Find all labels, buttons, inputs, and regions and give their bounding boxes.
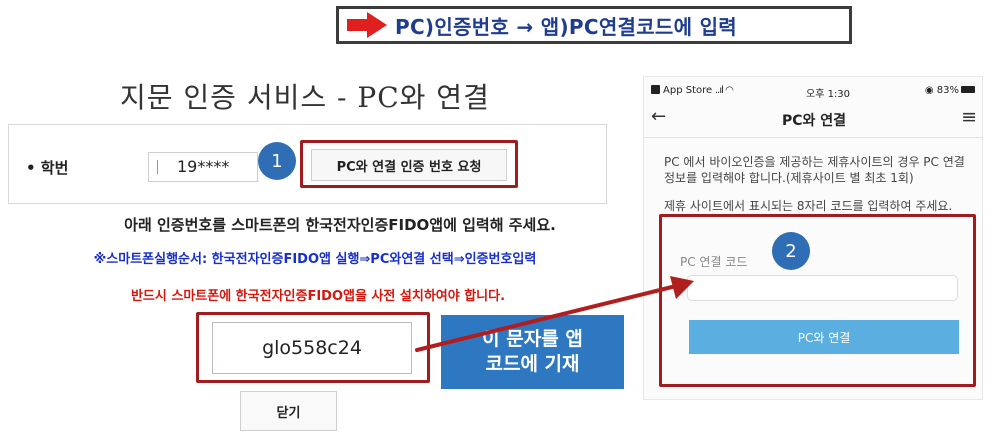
close-button[interactable]: 닫기 bbox=[240, 391, 337, 431]
pc-code-label: PC 연결 코드 bbox=[680, 255, 748, 269]
signal-wifi-icon: ..ıl ◠ bbox=[715, 85, 734, 96]
install-warning: 반드시 스마트폰에 한국전자인증FIDO앱을 사전 설치하여야 합니다. bbox=[130, 289, 506, 304]
step-2-badge: 2 bbox=[772, 232, 810, 270]
instruction-text: 아래 인증번호를 스마트폰의 한국전자인증FIDO앱에 입력해 주세요. bbox=[124, 216, 556, 234]
phone-nav-bar: ← PC와 연결 ≡ bbox=[649, 106, 979, 132]
phone-screen-title: PC와 연결 bbox=[781, 113, 847, 129]
step-1-badge: 1 bbox=[258, 142, 296, 180]
status-carrier: App Store bbox=[651, 85, 712, 96]
banner-text: PC)인증번호 → 앱)PC연결코드에 입력 bbox=[395, 14, 737, 39]
battery-percent: 83% bbox=[936, 85, 959, 96]
callout-line-1: 이 문자를 앱 bbox=[482, 328, 583, 350]
student-id-label: • 학번 bbox=[26, 159, 69, 177]
carrier-label: App Store bbox=[663, 85, 713, 96]
status-battery: ◉ 83% bbox=[925, 85, 975, 96]
page-title: 지문 인증 서비스 - PC와 연결 bbox=[120, 81, 490, 114]
battery-icon bbox=[961, 86, 975, 93]
back-to-app-icon bbox=[651, 85, 660, 94]
nav-divider bbox=[643, 137, 983, 138]
menu-icon[interactable]: ≡ bbox=[961, 106, 977, 128]
instruction-banner: PC)인증번호 → 앱)PC연결코드에 입력 bbox=[336, 6, 852, 44]
pc-code-input[interactable] bbox=[687, 275, 958, 301]
execution-order-note: ※스마트폰실행순서: 한국전자인증FIDO앱 실행⇒PC와연결 선택⇒인증번호입… bbox=[93, 252, 537, 267]
callout-line-2: 코드에 기재 bbox=[485, 353, 580, 375]
student-id-input[interactable]: 19**** bbox=[148, 152, 258, 182]
pc-connect-button[interactable]: PC와 연결 bbox=[689, 320, 959, 354]
phone-status-bar: App Store ..ıl ◠ 오후 1:30 ◉ 83% bbox=[651, 84, 977, 100]
auth-code-display: glo558c24 bbox=[212, 322, 412, 374]
request-code-button[interactable]: PC와 연결 인증 번호 요청 bbox=[311, 149, 507, 181]
text-cursor bbox=[157, 160, 158, 174]
right-arrow-icon bbox=[347, 12, 387, 38]
phone-description: PC 에서 바이오인증을 제공하는 제휴사이트의 경우 PC 연결 정보를 입력… bbox=[664, 155, 965, 185]
student-id-value: 19**** bbox=[177, 157, 230, 176]
status-time: 오후 1:30 bbox=[806, 89, 851, 100]
callout-box: 이 문자를 앱 코드에 기재 bbox=[441, 315, 624, 389]
phone-description-code: 제휴 사이트에서 표시되는 8자리 코드를 입력하여 주세요. bbox=[664, 199, 953, 213]
